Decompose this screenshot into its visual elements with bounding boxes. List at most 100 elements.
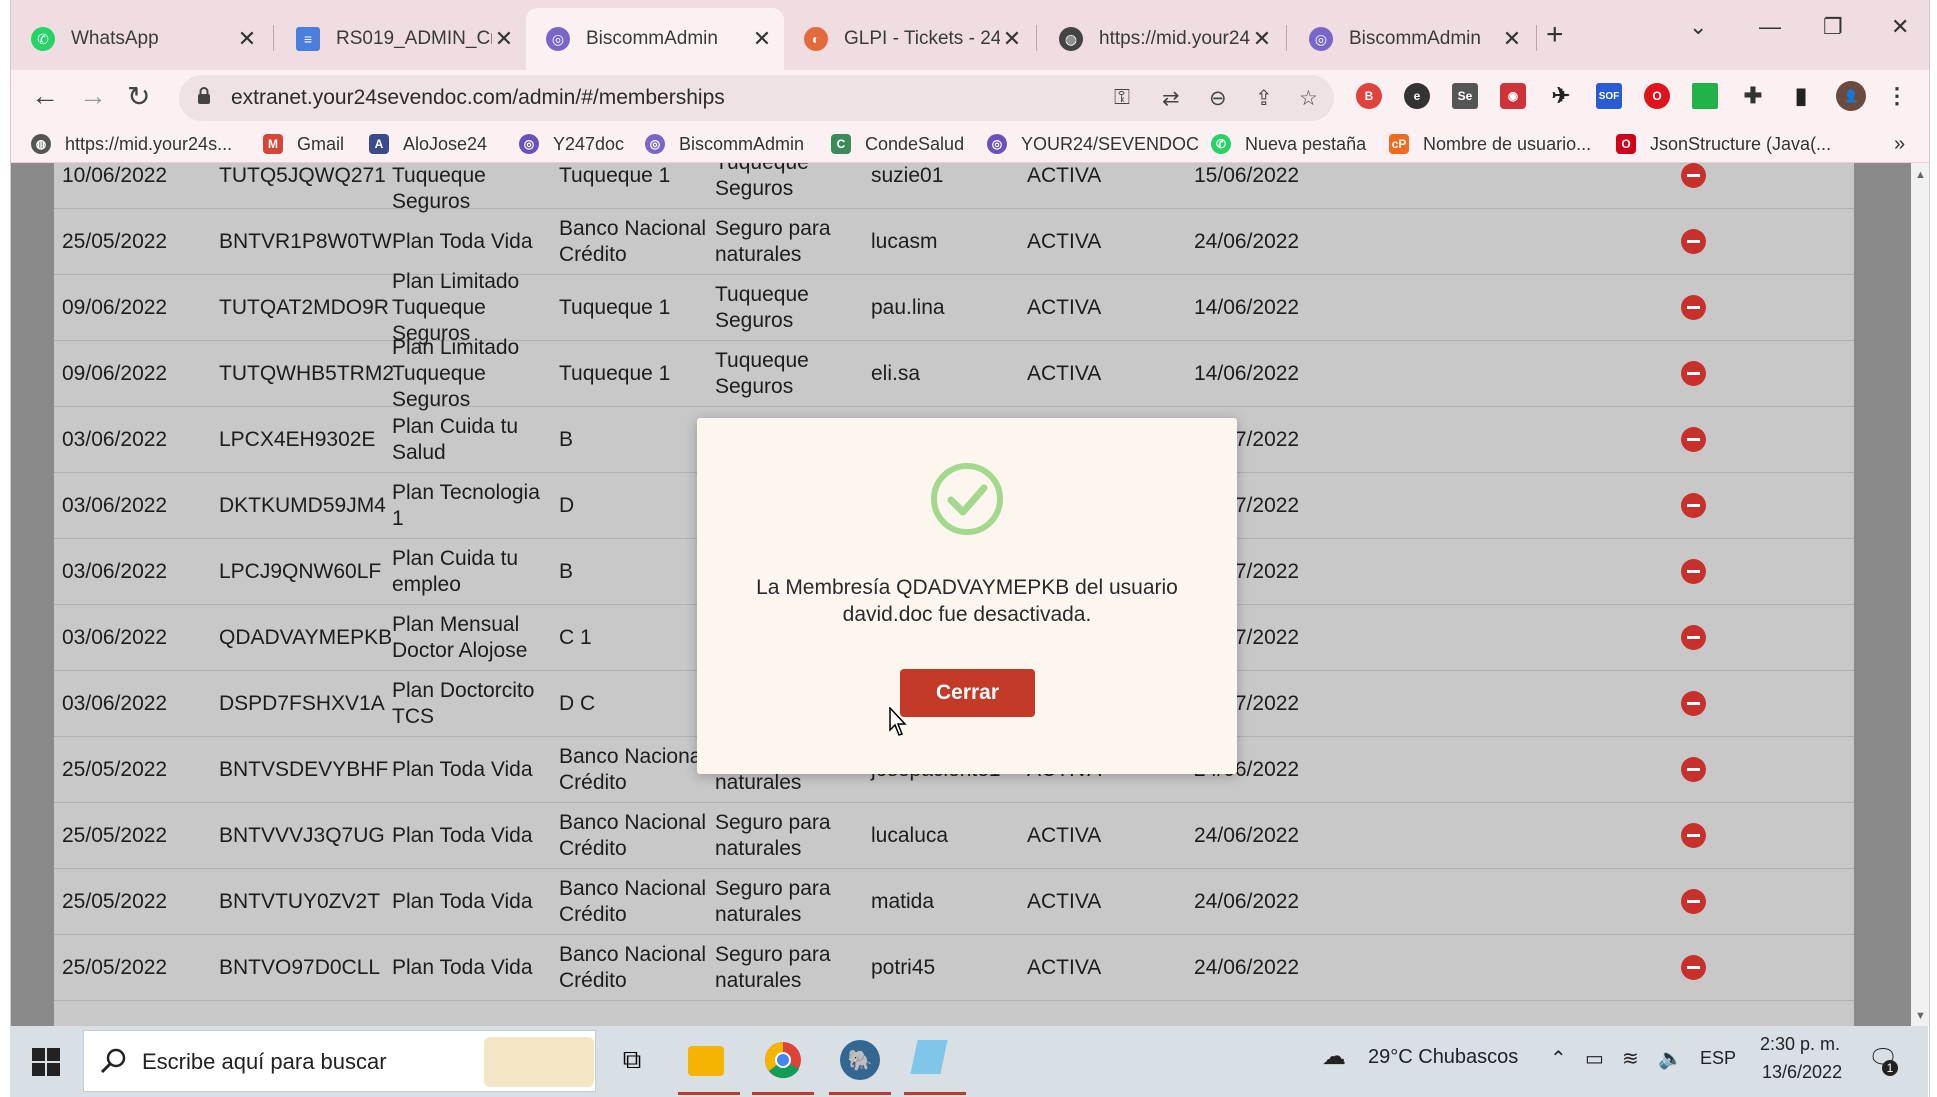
tab-close-button[interactable]: ✕	[235, 26, 259, 52]
scroll-up-icon[interactable]: ▲	[1915, 169, 1926, 181]
bookmark-mid-your24[interactable]: ◍ https://mid.your24s...	[31, 131, 232, 157]
tray-chevron-icon[interactable]: ⌃	[1550, 1046, 1567, 1071]
task-view-icon[interactable]: ⧉	[612, 1040, 652, 1080]
deactivate-membership-icon[interactable]	[1681, 361, 1706, 386]
cell-insurer: Seguro para naturales	[715, 810, 831, 860]
extensions-puzzle-icon[interactable]: ✚	[1740, 83, 1766, 109]
deactivate-membership-icon[interactable]	[1681, 955, 1706, 980]
weather-text[interactable]: 29°C Chubascos	[1368, 1046, 1518, 1069]
language-indicator[interactable]: ESP	[1700, 1048, 1736, 1069]
cell-end-date: 15/06/2022	[1194, 163, 1300, 187]
clock-time[interactable]: 2:30 p. m.	[1760, 1034, 1840, 1055]
deactivate-membership-icon[interactable]	[1681, 625, 1706, 650]
bookmark-gmail[interactable]: M Gmail	[263, 131, 344, 157]
tab-whatsapp[interactable]: ✆ WhatsApp ✕	[11, 8, 269, 70]
extension-opera-icon[interactable]: O	[1644, 83, 1670, 109]
deactivate-membership-icon[interactable]	[1681, 757, 1706, 782]
wifi-icon[interactable]: ≋	[1622, 1046, 1639, 1071]
deactivate-membership-icon[interactable]	[1681, 889, 1706, 914]
bookmark-condesalud[interactable]: C CondeSalud	[831, 131, 964, 157]
deactivate-membership-icon[interactable]	[1681, 559, 1706, 584]
deactivate-membership-icon[interactable]	[1681, 691, 1706, 716]
cell-membership-code: BNTVTUY0ZV2T	[219, 889, 381, 913]
volume-icon[interactable]: 🔈	[1658, 1046, 1683, 1071]
cell-plan: Plan Limitado Tuqueque Seguros	[392, 335, 520, 411]
scroll-down-icon[interactable]: ▼	[1915, 1010, 1926, 1022]
biscomm-icon: ◎	[1309, 27, 1333, 51]
app-blue-icon[interactable]	[910, 1040, 948, 1074]
tab-rs019-admin[interactable]: ≡ RS019_ADMIN_Crea ✕	[276, 8, 526, 70]
profile-avatar[interactable]: 👤	[1836, 81, 1866, 111]
share-icon[interactable]: ⇪	[1255, 86, 1273, 111]
address-url[interactable]: extranet.your24sevendoc.com/admin/#/memb…	[231, 86, 725, 110]
extension-se-icon[interactable]: Se	[1452, 83, 1478, 109]
deactivate-membership-icon[interactable]	[1681, 163, 1706, 188]
cell-start-date: 10/06/2022	[62, 163, 168, 187]
close-dialog-button[interactable]: Cerrar	[900, 669, 1035, 717]
bookmark-biscommadmin[interactable]: ◎ BiscommAdmin	[645, 131, 804, 157]
reload-icon[interactable]: ↻	[127, 80, 150, 113]
deactivate-membership-icon[interactable]	[1681, 823, 1706, 848]
deactivate-membership-icon[interactable]	[1681, 295, 1706, 320]
cell-end-date: 24/06/2022	[1194, 823, 1300, 847]
tab-close-button[interactable]: ✕	[1500, 26, 1524, 52]
postgresql-elephant-icon[interactable]: 🐘	[840, 1040, 880, 1080]
extension-e-icon[interactable]: e	[1404, 83, 1430, 109]
bookmark-star-icon[interactable]: ☆	[1299, 86, 1318, 111]
cell-membership-code: BNTVR1P8W0TW	[219, 229, 392, 253]
new-tab-button[interactable]: +	[1546, 18, 1564, 52]
bookmark-alojose24[interactable]: A AloJose24	[369, 131, 487, 157]
tab-strip: ✆ WhatsApp ✕ ≡ RS019_ADMIN_Crea ✕ ◎ Bisc…	[11, 0, 1929, 70]
deactivate-membership-icon[interactable]	[1681, 427, 1706, 452]
tab-mid-your24[interactable]: ◍ https://mid.your24s ✕	[1039, 8, 1284, 70]
cell-membership-code: BNTVO97D0CLL	[219, 955, 381, 979]
battery-icon[interactable]: ▭	[1585, 1046, 1604, 1071]
bookmark-jsonstructure[interactable]: O JsonStructure (Java(...	[1616, 131, 1831, 157]
extension-plane-icon[interactable]: ✈	[1548, 83, 1574, 109]
zoom-icon[interactable]: ⊖	[1209, 86, 1227, 111]
extension-gauge-icon[interactable]: ◉	[1500, 83, 1526, 109]
tab-close-button[interactable]: ✕	[1250, 26, 1274, 52]
file-explorer-icon[interactable]	[688, 1046, 724, 1076]
glpi-icon: ◐	[804, 27, 828, 51]
tab-biscommadmin-active[interactable]: ◎ BiscommAdmin ✕	[526, 8, 784, 70]
extension-sof-icon[interactable]: SOF	[1596, 83, 1622, 109]
bookmark-y247doc[interactable]: ◎ Y247doc	[519, 131, 624, 157]
bookmark-nueva-pestana[interactable]: ✆ Nueva pestaña	[1211, 131, 1366, 157]
cell-insurer: Tuqueque Seguros	[715, 163, 809, 200]
cell-plan: Plan Toda Vida	[392, 955, 533, 979]
tab-close-button[interactable]: ✕	[1000, 26, 1024, 52]
bookmarks-overflow-button[interactable]: »	[1894, 131, 1905, 157]
page-scrollbar[interactable]: ▲ ▼	[1911, 163, 1929, 1026]
bookmark-your24-sevendoc[interactable]: ◎ YOUR24/SEVENDOC	[987, 131, 1199, 157]
deactivate-membership-icon[interactable]	[1681, 229, 1706, 254]
minimize-button[interactable]: —	[1759, 14, 1781, 40]
extension-red-icon[interactable]: B	[1356, 83, 1382, 109]
tab-biscommadmin-2[interactable]: ◎ BiscommAdmin ✕	[1289, 8, 1534, 70]
windows-start-icon[interactable]	[32, 1048, 60, 1076]
tab-close-button[interactable]: ✕	[750, 26, 774, 52]
restore-button[interactable]: ❐	[1823, 14, 1843, 40]
table-row: 25/05/2022 BNTVTUY0ZV2T Plan Toda Vida Banc…	[54, 869, 1854, 935]
menu-kebab-icon[interactable]: ⋮	[1884, 83, 1910, 109]
address-bar[interactable]: extranet.your24sevendoc.com/admin/#/memb…	[179, 75, 1334, 121]
deactivate-membership-icon[interactable]	[1681, 493, 1706, 518]
forward-arrow-icon[interactable]: →	[79, 80, 107, 112]
tab-glpi-tickets[interactable]: ◐ GLPI - Tickets - 245 ✕	[784, 8, 1034, 70]
cell-company: Banco Nacional Crédito	[559, 810, 707, 860]
side-panel-icon[interactable]: ▮	[1788, 83, 1814, 109]
chrome-icon[interactable]	[763, 1040, 803, 1080]
translate-icon[interactable]: ⇄	[1162, 86, 1180, 111]
tab-close-button[interactable]: ✕	[492, 26, 516, 52]
cell-membership-code: BNTVSDEVYBHF	[219, 757, 389, 781]
tab-search-chevron-icon[interactable]: ⌄	[1689, 14, 1707, 40]
taskbar-search-box[interactable]: Escribe aquí para buscar	[83, 1030, 596, 1092]
close-window-button[interactable]: ✕	[1891, 14, 1909, 40]
bookmark-nombre-de-usuario[interactable]: cP Nombre de usuario...	[1389, 131, 1591, 157]
table-row: 09/06/2022 TUTQAT2MDO9R Plan Limitado Tuqu…	[54, 270, 1854, 345]
clock-date[interactable]: 13/6/2022	[1762, 1062, 1842, 1083]
key-icon[interactable]: ⚿	[1114, 86, 1130, 110]
cell-plan: Plan Cuida tu empleo	[392, 546, 519, 596]
extension-green-icon[interactable]	[1692, 83, 1718, 109]
back-arrow-icon[interactable]: ←	[31, 80, 59, 112]
